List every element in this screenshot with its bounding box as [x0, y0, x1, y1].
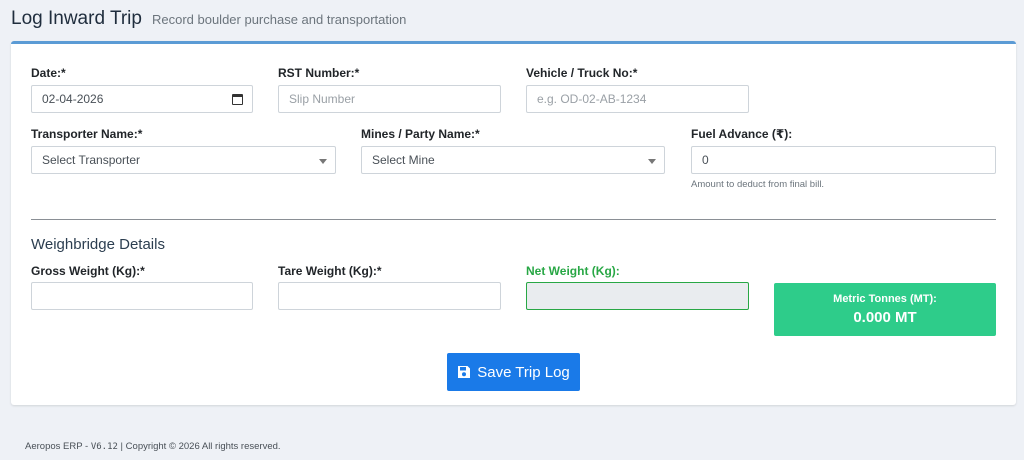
floppy-disk-icon [458, 366, 471, 378]
metric-tonnes-display: Metric Tonnes (MT): 0.000 MT [774, 283, 996, 336]
gross-weight-label: Gross Weight (Kg):* [31, 264, 145, 278]
tare-weight-label: Tare Weight (Kg):* [278, 264, 382, 278]
metric-tonnes-label: Metric Tonnes (MT): [833, 293, 937, 305]
rst-number-label: RST Number:* [278, 66, 360, 80]
chevron-down-icon [648, 159, 656, 164]
tare-weight-input[interactable] [278, 282, 501, 310]
save-trip-log-button[interactable]: Save Trip Log [447, 353, 580, 391]
vehicle-label: Vehicle / Truck No:* [526, 66, 638, 80]
date-value: 02-04-2026 [42, 92, 104, 106]
footer-copyright: | Copyright © 2026 All rights reserved. [117, 441, 281, 452]
transporter-selected: Select Transporter [42, 153, 141, 167]
page-subtitle: Record boulder purchase and transportati… [151, 12, 407, 27]
save-button-label: Save Trip Log [477, 363, 570, 381]
date-label: Date:* [31, 66, 66, 80]
calendar-icon[interactable] [232, 94, 243, 105]
transporter-label: Transporter Name:* [31, 127, 143, 141]
mines-select[interactable]: Select Mine [361, 146, 665, 174]
net-weight-input [526, 282, 749, 310]
rst-number-input[interactable] [278, 85, 501, 113]
mines-label: Mines / Party Name:* [361, 127, 480, 141]
page-header: Log Inward Trip Record boulder purchase … [11, 8, 406, 30]
metric-tonnes-value: 0.000 MT [853, 309, 917, 326]
footer-app-name: Aeropos ERP - [25, 441, 91, 452]
section-divider [31, 219, 996, 220]
fuel-advance-input[interactable] [691, 146, 996, 174]
footer-version: V6.12 [90, 442, 118, 452]
gross-weight-input[interactable] [31, 282, 253, 310]
trip-form-card: Date:* 02-04-2026 RST Number:* Vehicle /… [11, 41, 1016, 405]
net-weight-label: Net Weight (Kg): [526, 264, 620, 278]
chevron-down-icon [319, 159, 327, 164]
fuel-advance-help: Amount to deduct from final bill. [691, 179, 825, 190]
weighbridge-section-title: Weighbridge Details [31, 236, 165, 253]
vehicle-input[interactable] [526, 85, 749, 113]
transporter-select[interactable]: Select Transporter [31, 146, 336, 174]
mines-selected: Select Mine [372, 153, 435, 167]
page-title: Log Inward Trip [11, 8, 142, 29]
footer: Aeropos ERP - V6.12 | Copyright © 2026 A… [25, 441, 281, 452]
fuel-advance-label: Fuel Advance (₹): [691, 127, 793, 141]
date-input[interactable]: 02-04-2026 [31, 85, 253, 113]
